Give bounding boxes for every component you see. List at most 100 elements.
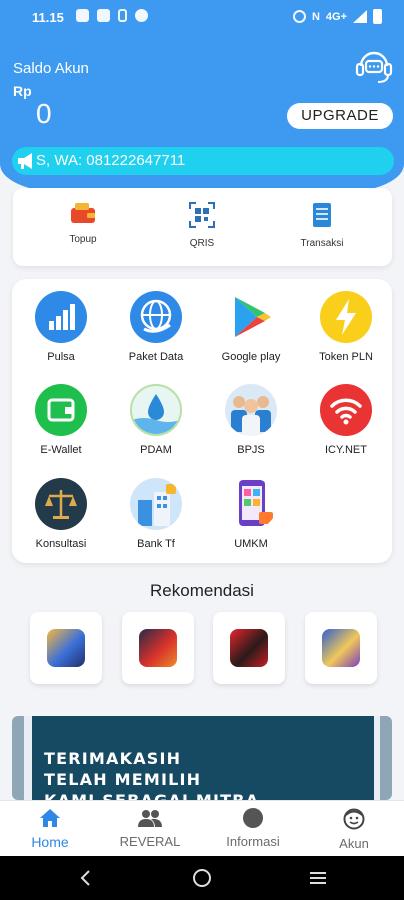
globe-icon bbox=[140, 299, 172, 333]
receipt-icon bbox=[313, 203, 331, 227]
service-konsultasi[interactable]: Konsultasi bbox=[14, 478, 108, 552]
service-label: Token PLN bbox=[319, 351, 373, 363]
back-icon[interactable] bbox=[76, 868, 96, 888]
recommendation-card[interactable] bbox=[122, 612, 194, 684]
balance-label: Saldo Akun bbox=[13, 60, 89, 77]
service-pulsa[interactable]: Pulsa bbox=[14, 291, 108, 365]
notification-icons bbox=[76, 9, 148, 22]
service-label: Paket Data bbox=[128, 351, 184, 363]
service-pdam[interactable]: PDAM bbox=[109, 384, 203, 458]
status-bar: 11.15 N 4G+ bbox=[0, 0, 404, 34]
banner-line: TELAH MEMILIH bbox=[44, 770, 202, 789]
lightning-icon bbox=[336, 299, 356, 335]
nav-label: Akun bbox=[339, 836, 369, 851]
medical-staff-icon bbox=[231, 396, 271, 436]
promo-banner[interactable]: TERIMAKASIH TELAH MEMILIH KAMI SEBAGAI M… bbox=[12, 716, 392, 800]
service-label: E-Wallet bbox=[40, 444, 82, 456]
home-icon bbox=[40, 809, 60, 827]
nav-label: Informasi bbox=[226, 834, 280, 849]
recommendations-title: Rekomendasi bbox=[150, 581, 254, 600]
signal-icon bbox=[353, 10, 367, 23]
service-umkm[interactable]: UMKM bbox=[204, 478, 298, 552]
bottom-navigation: Home REVERAL Informasi Akun bbox=[0, 800, 404, 856]
quick-action-label: Topup bbox=[69, 234, 97, 245]
banner-edge bbox=[380, 716, 392, 800]
megaphone-icon bbox=[18, 153, 32, 169]
app-notification-icon bbox=[97, 9, 110, 22]
bank-building-icon bbox=[138, 484, 176, 526]
announcement-text: S, WA: 081222647711 bbox=[36, 152, 186, 169]
service-icy-net[interactable]: ICY.NET bbox=[299, 384, 393, 458]
recent-apps-icon[interactable] bbox=[308, 868, 328, 888]
service-label: Google play bbox=[221, 351, 281, 363]
banner-text: TERIMAKASIH TELAH MEMILIH KAMI SEBAGAI M… bbox=[44, 748, 259, 800]
service-label: Pulsa bbox=[47, 351, 75, 363]
qr-scan-icon bbox=[189, 202, 215, 228]
nav-informasi[interactable]: Informasi bbox=[203, 808, 303, 849]
header-panel: 11.15 N 4G+ Saldo Akun Rp 0 UPGRADE S, W… bbox=[0, 0, 404, 192]
nfc-label: N bbox=[311, 10, 320, 23]
service-label: BPJS bbox=[237, 444, 265, 456]
recommendation-card[interactable] bbox=[30, 612, 102, 684]
service-token-pln[interactable]: Token PLN bbox=[299, 291, 393, 365]
services-grid: Pulsa Paket Data Google play Token PLN E… bbox=[12, 279, 392, 563]
alarm-icon bbox=[292, 10, 306, 23]
system-navigation-bar bbox=[0, 856, 404, 900]
quick-actions-card: Topup QRIS Transaksi bbox=[13, 188, 392, 266]
banner-line: KAMI SEBAGAI MITRA bbox=[44, 790, 259, 800]
water-drop-icon bbox=[132, 394, 180, 434]
nav-label: Home bbox=[31, 834, 69, 850]
quick-action-topup[interactable]: Topup bbox=[38, 202, 128, 245]
system-status-icons: N 4G+ bbox=[292, 9, 382, 24]
quick-action-transaksi[interactable]: Transaksi bbox=[277, 202, 367, 249]
announcement-marquee: S, WA: 081222647711 bbox=[12, 147, 394, 175]
upgrade-button[interactable]: UPGRADE bbox=[287, 103, 393, 129]
recommendation-card[interactable] bbox=[213, 612, 285, 684]
scales-icon bbox=[45, 490, 77, 519]
wifi-icon bbox=[330, 398, 362, 425]
quick-action-qris[interactable]: QRIS bbox=[157, 202, 247, 249]
nav-akun[interactable]: Akun bbox=[304, 808, 404, 851]
service-paket-data[interactable]: Paket Data bbox=[109, 291, 203, 365]
game-thumbnail-icon bbox=[139, 629, 177, 667]
battery-icon bbox=[373, 9, 382, 24]
service-bpjs[interactable]: BPJS bbox=[204, 384, 298, 458]
user-face-icon bbox=[343, 808, 365, 830]
nav-home[interactable]: Home bbox=[0, 808, 100, 850]
nav-label: REVERAL bbox=[119, 834, 181, 849]
balance-value: 0 bbox=[36, 98, 52, 129]
game-thumbnail-icon bbox=[322, 629, 360, 667]
banner-panel: TERIMAKASIH TELAH MEMILIH KAMI SEBAGAI M… bbox=[32, 716, 374, 800]
service-label: Bank Tf bbox=[137, 538, 175, 550]
key-icon bbox=[118, 9, 127, 22]
currency-label: Rp bbox=[13, 83, 32, 99]
game-thumbnail-icon bbox=[230, 629, 268, 667]
shop-app-icon bbox=[239, 480, 273, 526]
service-google-play[interactable]: Google play bbox=[204, 291, 298, 365]
network-type-label: 4G+ bbox=[325, 10, 347, 23]
info-circle-icon bbox=[243, 808, 263, 828]
nav-reveral[interactable]: REVERAL bbox=[100, 808, 200, 849]
service-label: ICY.NET bbox=[325, 444, 367, 456]
service-bank-tf[interactable]: Bank Tf bbox=[109, 478, 203, 552]
quick-action-label: Transaksi bbox=[300, 238, 344, 249]
banner-line: TERIMAKASIH bbox=[44, 749, 182, 768]
wallet-icon bbox=[71, 203, 95, 223]
google-play-icon bbox=[235, 297, 271, 337]
mail-icon bbox=[76, 9, 89, 22]
service-label: Konsultasi bbox=[35, 538, 87, 550]
wallet-icon bbox=[47, 398, 75, 422]
service-label: PDAM bbox=[140, 444, 172, 456]
people-icon bbox=[138, 810, 162, 827]
quick-action-label: QRIS bbox=[189, 238, 215, 249]
game-thumbnail-icon bbox=[47, 629, 85, 667]
home-circle-icon[interactable] bbox=[192, 868, 212, 888]
service-e-wallet[interactable]: E-Wallet bbox=[14, 384, 108, 458]
recommendation-card[interactable] bbox=[305, 612, 377, 684]
status-time: 11.15 bbox=[32, 10, 64, 25]
customer-service-icon[interactable] bbox=[354, 46, 394, 86]
service-label: UMKM bbox=[234, 538, 268, 550]
signal-bars-icon bbox=[49, 304, 75, 330]
banner-edge bbox=[12, 716, 24, 800]
messenger-icon bbox=[135, 9, 148, 22]
